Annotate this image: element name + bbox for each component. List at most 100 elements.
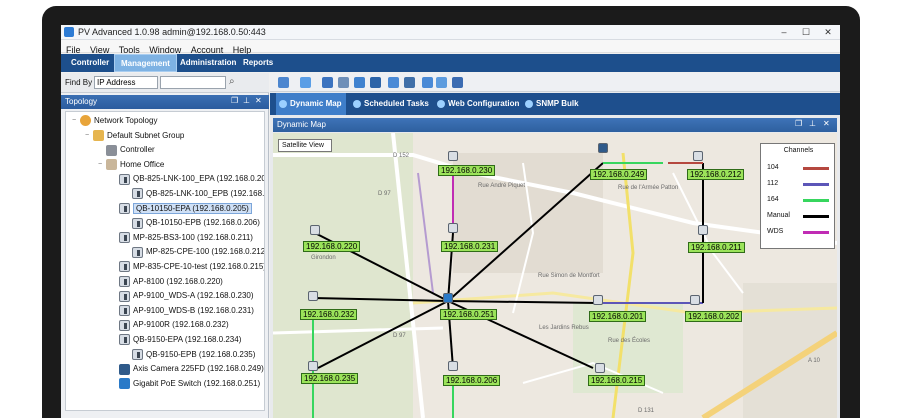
radio-device-icon[interactable] (308, 291, 318, 301)
map-send-icon[interactable] (388, 77, 399, 88)
tree-expander-icon[interactable] (109, 175, 117, 183)
node-192-168-0-230[interactable]: 192.168.0.230 (438, 165, 496, 176)
close-icon[interactable]: ✕ (823, 119, 830, 128)
tab-controller[interactable]: Controller (65, 54, 115, 72)
map-clock-icon[interactable] (354, 77, 365, 88)
node-192-168-0-232[interactable]: 192.168.0.232 (300, 309, 358, 320)
radio-device-icon[interactable] (308, 361, 318, 371)
radio-device-icon[interactable] (698, 225, 708, 235)
node-192-168-0-220[interactable]: 192.168.0.220 (303, 241, 361, 252)
tree-node[interactable]: Axis Camera 225FD (192.168.0.249) (119, 362, 264, 376)
tree-node[interactable]: AP-9100_WDS-B (192.168.0.231) (119, 304, 254, 318)
maximize-button[interactable]: ☐ (795, 26, 817, 38)
tree-expander-icon[interactable]: − (83, 132, 91, 140)
node-192-168-0-206[interactable]: 192.168.0.206 (443, 375, 501, 386)
tree-node[interactable]: QB-825-LNK-100_EPA (192.168.0.201) (119, 172, 264, 186)
map-add-icon[interactable] (278, 77, 289, 88)
node-192-168-0-211[interactable]: 192.168.0.211 (688, 242, 745, 253)
dynamic-map[interactable]: Satellite View D 152 D 97 Girondon Les J… (273, 133, 837, 418)
tree-node-label: Network Topology (94, 116, 158, 125)
restore-icon[interactable]: ❐ (231, 96, 238, 105)
tree-expander-icon[interactable] (122, 219, 130, 227)
close-button[interactable]: ✕ (817, 26, 839, 38)
sw-icon (119, 378, 130, 390)
radio-device-icon[interactable] (693, 151, 703, 161)
tree-expander-icon[interactable] (109, 278, 117, 286)
map-window-icon[interactable] (322, 77, 333, 88)
tree-expander-icon[interactable]: − (70, 117, 78, 125)
tree-node[interactable]: Gigabit PoE Switch (192.168.0.251) (119, 377, 260, 391)
tree-node[interactable]: Controller (106, 143, 155, 157)
find-by-select[interactable]: IP Address (94, 76, 158, 89)
camera-device-icon[interactable] (598, 143, 608, 153)
restore-icon[interactable]: ❐ (795, 119, 802, 128)
tree-node[interactable]: MP-835-CPE-10-test (192.168.0.215) (119, 260, 264, 274)
tree-expander-icon[interactable] (122, 190, 130, 198)
radio-device-icon[interactable] (448, 361, 458, 371)
tree-node[interactable]: AP-9100R (192.168.0.232) (119, 318, 229, 332)
tree-expander-icon[interactable] (109, 307, 117, 315)
tree-node[interactable]: QB-9150-EPB (192.168.0.235) (132, 348, 255, 362)
node-192-168-0-215[interactable]: 192.168.0.215 (588, 375, 646, 386)
tree-expander-icon[interactable] (109, 336, 117, 344)
tree-node[interactable]: QB-10150-EPB (192.168.0.206) (132, 216, 260, 230)
radio-device-icon[interactable] (595, 363, 605, 373)
close-icon[interactable]: ✕ (255, 96, 262, 105)
node-192-168-0-231[interactable]: 192.168.0.231 (441, 241, 499, 252)
search-input[interactable] (160, 76, 226, 89)
node-192-168-0-201[interactable]: 192.168.0.201 (589, 311, 647, 322)
tree-node[interactable]: AP-8100 (192.168.0.220) (119, 275, 223, 289)
node-192-168-0-249[interactable]: 192.168.0.249 (590, 169, 648, 180)
map-pin-icon[interactable] (422, 77, 433, 88)
map-locate-icon[interactable] (370, 77, 381, 88)
map-label: Rue Simon de Montfort (538, 273, 600, 279)
radio-device-icon[interactable] (593, 295, 603, 305)
tree-expander-icon[interactable] (96, 146, 104, 154)
search-icon[interactable]: ⌕ (229, 76, 235, 87)
pin-icon[interactable]: ⊥ (809, 119, 816, 128)
map-layers-icon[interactable] (300, 77, 311, 88)
tree-expander-icon[interactable] (122, 351, 130, 359)
tree-expander-icon[interactable]: − (96, 161, 104, 169)
map-export-icon[interactable] (452, 77, 463, 88)
radio-device-icon[interactable] (448, 223, 458, 233)
tab-web-configuration[interactable]: Web Configuration (434, 93, 523, 115)
satellite-view-toggle[interactable]: Satellite View (278, 139, 332, 152)
tab-administration[interactable]: Administration (174, 54, 242, 72)
tree-expander-icon[interactable] (109, 263, 117, 271)
tree-node[interactable]: − Default Subnet Group (85, 129, 184, 143)
map-globe-icon[interactable] (436, 77, 447, 88)
tree-node[interactable]: MP-825-BS3-100 (192.168.0.211) (119, 231, 253, 245)
tree-node[interactable]: MP-825-CPE-100 (192.168.0.212) (132, 245, 264, 259)
switch-device-icon[interactable] (443, 293, 453, 303)
tab-dynamic-map[interactable]: Dynamic Map (276, 93, 346, 115)
tree-node[interactable]: − Network Topology (72, 114, 158, 128)
tree-node[interactable]: − Home Office (98, 158, 164, 172)
node-192-168-0-212[interactable]: 192.168.0.212 (687, 169, 745, 180)
tree-node[interactable]: QB-9150-EPA (192.168.0.234) (119, 333, 241, 347)
map-refresh-icon[interactable] (338, 77, 349, 88)
tab-reports[interactable]: Reports (237, 54, 279, 72)
pin-icon[interactable]: ⊥ (243, 96, 250, 105)
minimize-button[interactable]: – (773, 26, 795, 38)
tree-node[interactable]: AP-9100_WDS-A (192.168.0.230) (119, 289, 254, 303)
tree-expander-icon[interactable] (109, 292, 117, 300)
tab-management[interactable]: Management (114, 54, 177, 72)
tree-expander-icon[interactable] (109, 205, 117, 213)
node-192-168-0-202[interactable]: 192.168.0.202 (685, 311, 743, 322)
tab-scheduled-tasks[interactable]: Scheduled Tasks (350, 93, 433, 115)
radio-device-icon[interactable] (310, 225, 320, 235)
radio-device-icon[interactable] (690, 295, 700, 305)
map-link-icon[interactable] (404, 77, 415, 88)
tree-expander-icon[interactable] (109, 380, 117, 388)
tree-node[interactable]: QB-10150-EPA (192.168.0.205) (119, 202, 252, 216)
tree-expander-icon[interactable] (122, 248, 130, 256)
tree-expander-icon[interactable] (109, 365, 117, 373)
tree-expander-icon[interactable] (109, 234, 117, 242)
node-192-168-0-235[interactable]: 192.168.0.235 (301, 373, 359, 384)
tree-expander-icon[interactable] (109, 321, 117, 329)
radio-device-icon[interactable] (448, 151, 458, 161)
node-192-168-0-251[interactable]: 192.168.0.251 (440, 309, 498, 320)
tab-snmp-bulk[interactable]: SNMP Bulk (522, 93, 583, 115)
tree-node[interactable]: QB-825-LNK-100_EPB (192.168.0.202) (132, 187, 264, 201)
